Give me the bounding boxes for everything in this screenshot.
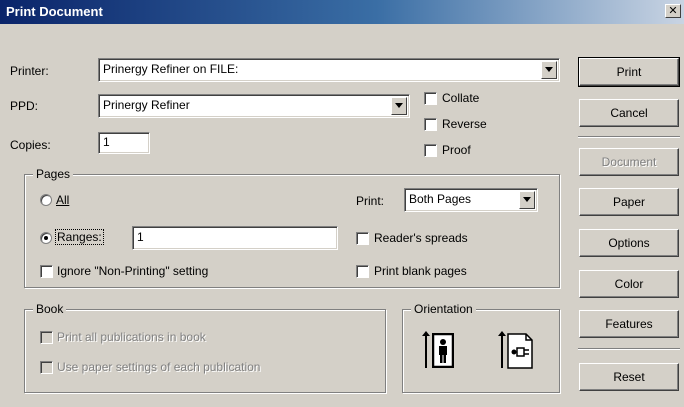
print-document-dialog: Print Document ✕ Printer: Prinergy Refin… xyxy=(0,0,684,407)
color-button[interactable]: Color xyxy=(579,270,679,298)
print-all-publications-label: Print all publications in book xyxy=(57,330,206,344)
ranges-value: 1 xyxy=(137,230,144,244)
options-button[interactable]: Options xyxy=(579,229,679,257)
cancel-button[interactable]: Cancel xyxy=(579,99,679,127)
print-label: Print: xyxy=(356,194,385,208)
chevron-down-icon[interactable] xyxy=(519,191,535,209)
chevron-down-icon[interactable] xyxy=(541,61,557,79)
print-button[interactable]: Print xyxy=(578,57,680,87)
button-separator xyxy=(578,136,680,138)
ranges-label: Ranges: xyxy=(55,229,104,245)
print-pages-select[interactable]: Both Pages xyxy=(404,188,538,212)
features-button[interactable]: Features xyxy=(579,310,679,338)
ppd-label: PPD: xyxy=(10,99,39,113)
printer-label: Printer: xyxy=(10,64,49,78)
print-blank-checkbox[interactable] xyxy=(356,265,369,278)
print-pages-value: Both Pages xyxy=(409,192,472,206)
copies-input[interactable]: 1 xyxy=(98,132,150,154)
print-blank-label: Print blank pages xyxy=(374,264,467,278)
window-title: Print Document xyxy=(6,4,103,19)
use-paper-settings-label: Use paper settings of each publication xyxy=(57,360,261,374)
pages-legend: Pages xyxy=(33,167,74,181)
orientation-legend: Orientation xyxy=(411,302,476,316)
readers-spreads-checkbox[interactable] xyxy=(356,232,369,245)
button-separator xyxy=(578,348,680,350)
all-radio[interactable] xyxy=(40,194,52,206)
print-all-publications-checkbox[interactable] xyxy=(40,331,53,344)
use-paper-settings-checkbox[interactable] xyxy=(40,361,53,374)
proof-label: Proof xyxy=(442,143,471,157)
portrait-orientation-icon[interactable] xyxy=(418,330,458,370)
close-icon[interactable]: ✕ xyxy=(665,4,681,18)
reverse-label: Reverse xyxy=(442,117,487,131)
ignore-nonprinting-label: Ignore "Non-Printing" setting xyxy=(57,264,209,278)
ppd-select[interactable]: Prinergy Refiner xyxy=(98,94,410,118)
copies-value: 1 xyxy=(103,135,110,149)
chevron-down-icon[interactable] xyxy=(391,97,407,115)
copies-label: Copies: xyxy=(10,138,51,152)
book-group: Book xyxy=(24,302,386,393)
printer-value: Prinergy Refiner on FILE: xyxy=(103,62,239,76)
paper-button[interactable]: Paper xyxy=(579,188,679,216)
book-legend: Book xyxy=(33,302,67,316)
printer-select[interactable]: Prinergy Refiner on FILE: xyxy=(98,58,560,82)
radio-selected-dot xyxy=(44,236,48,240)
ranges-radio[interactable] xyxy=(40,232,52,244)
ranges-input[interactable]: 1 xyxy=(132,226,338,250)
collate-label: Collate xyxy=(442,91,480,105)
reverse-checkbox[interactable] xyxy=(424,118,437,131)
proof-checkbox[interactable] xyxy=(424,144,437,157)
ppd-value: Prinergy Refiner xyxy=(103,98,190,112)
title-bar[interactable]: Print Document ✕ xyxy=(0,0,684,24)
readers-spreads-label: Reader's spreads xyxy=(374,231,468,245)
ignore-nonprinting-checkbox[interactable] xyxy=(40,265,53,278)
landscape-orientation-icon[interactable] xyxy=(494,330,534,370)
all-label: All xyxy=(56,193,70,207)
reset-button[interactable]: Reset xyxy=(579,363,679,391)
collate-checkbox[interactable] xyxy=(424,92,437,105)
document-button[interactable]: Document xyxy=(579,148,679,176)
